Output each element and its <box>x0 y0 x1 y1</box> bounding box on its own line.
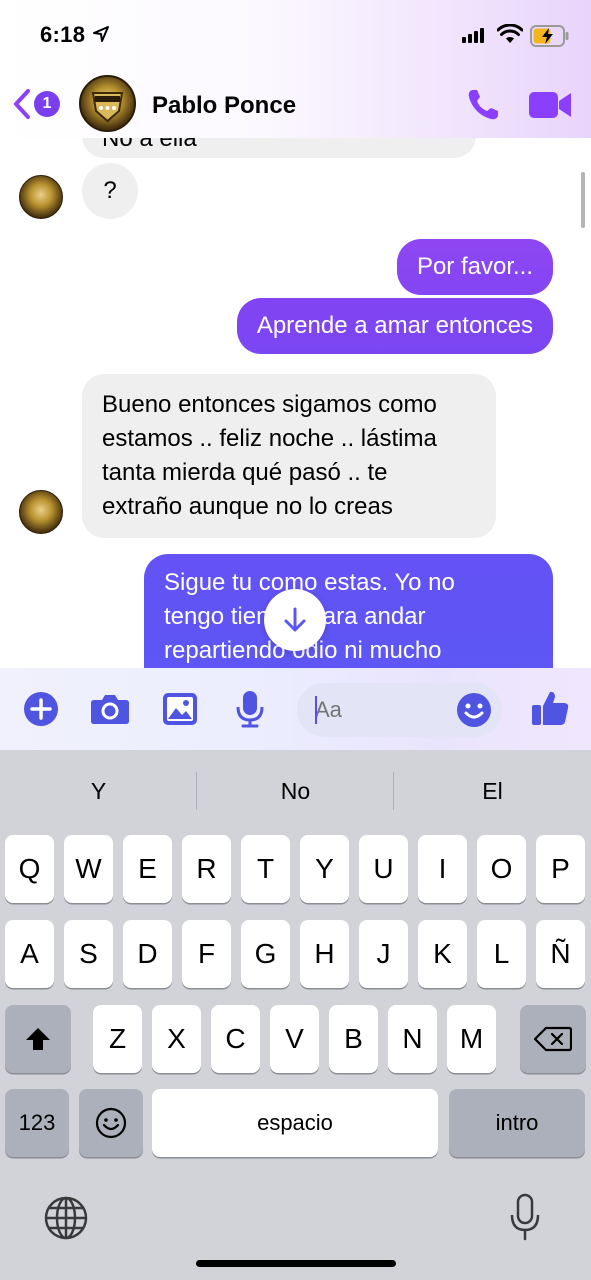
unread-badge: 1 <box>34 91 60 117</box>
message-bubble-incoming[interactable]: ? <box>82 163 138 219</box>
return-key[interactable]: intro <box>449 1089 585 1157</box>
globe-icon[interactable] <box>44 1196 88 1240</box>
status-time: 6:18 <box>40 22 86 47</box>
key-v[interactable]: V <box>270 1005 319 1073</box>
message-bubble-outgoing[interactable]: Aprende a amar entonces <box>236 298 553 354</box>
plus-circle-icon[interactable] <box>23 691 59 727</box>
video-camera-icon[interactable] <box>528 90 572 120</box>
contact-avatar[interactable] <box>79 75 136 132</box>
key-n[interactable]: N <box>388 1005 437 1073</box>
key-a[interactable]: A <box>5 920 54 988</box>
key-z[interactable]: Z <box>93 1005 142 1073</box>
keyboard: Y No El Q W E R T Y U I O P A S D F G H … <box>0 750 591 1280</box>
key-x[interactable]: X <box>152 1005 201 1073</box>
scroll-to-bottom-button[interactable] <box>264 589 326 651</box>
suggestion-item[interactable]: Y <box>0 750 197 832</box>
key-w[interactable]: W <box>64 835 113 903</box>
sender-avatar <box>19 490 63 534</box>
emoji-key[interactable] <box>79 1089 143 1157</box>
emoji-icon[interactable] <box>456 692 492 728</box>
suggestion-item[interactable]: No <box>197 750 394 832</box>
status-bar: 6:18 <box>0 0 591 72</box>
key-g[interactable]: G <box>241 920 290 988</box>
message-line: repartiendo odio ni mucho <box>164 637 442 664</box>
conversation-header: 1 Pablo Ponce <box>0 72 591 138</box>
message-composer <box>0 668 591 750</box>
message-text: Por favor... <box>416 253 533 280</box>
message-text: Aprende a amar entonces <box>256 312 533 339</box>
photo-gallery-icon[interactable] <box>162 692 198 726</box>
microphone-icon[interactable] <box>236 690 264 728</box>
text-caret <box>315 696 317 724</box>
cellular-signal-icon <box>462 28 484 43</box>
message-bubble-outgoing[interactable]: Sigue tu como estas. Yo no tengo tiempo … <box>144 554 553 668</box>
message-bubble-incoming[interactable]: No a ella <box>82 138 476 158</box>
contact-name[interactable]: Pablo Ponce <box>152 92 296 120</box>
message-line: tanta mierda qué pasó .. te <box>102 459 388 486</box>
camera-icon[interactable] <box>90 693 130 725</box>
message-bubble-outgoing[interactable]: Por favor... <box>396 239 553 295</box>
key-o[interactable]: O <box>477 835 526 903</box>
message-text: No a ella <box>102 138 197 152</box>
message-line: estamos .. feliz noche .. lástima <box>102 425 437 452</box>
phone-icon[interactable] <box>464 86 502 124</box>
home-indicator[interactable] <box>196 1260 396 1267</box>
space-key[interactable]: espacio <box>152 1089 438 1157</box>
delete-key[interactable] <box>520 1005 586 1073</box>
predictive-bar: Y No El <box>0 750 591 832</box>
message-input[interactable] <box>315 695 455 725</box>
key-s[interactable]: S <box>64 920 113 988</box>
message-line: Sigue tu como estas. Yo no <box>164 569 455 596</box>
message-line: extraño aunque no lo creas <box>102 493 393 520</box>
location-arrow-icon <box>93 26 109 42</box>
message-list[interactable]: No a ella ? Por favor... Aprende a amar … <box>0 138 591 668</box>
key-j[interactable]: J <box>359 920 408 988</box>
key-y[interactable]: Y <box>300 835 349 903</box>
key-i[interactable]: I <box>418 835 467 903</box>
battery-charging-icon <box>530 25 569 47</box>
key-f[interactable]: F <box>182 920 231 988</box>
dictation-microphone-icon[interactable] <box>509 1193 541 1241</box>
back-chevron-icon <box>14 89 30 119</box>
key-c[interactable]: C <box>211 1005 260 1073</box>
avatar-crest-image <box>91 92 124 123</box>
suggestion-item[interactable]: El <box>394 750 591 832</box>
key-b[interactable]: B <box>329 1005 378 1073</box>
key-u[interactable]: U <box>359 835 408 903</box>
message-text: ? <box>103 177 117 204</box>
scroll-indicator[interactable] <box>581 172 585 228</box>
back-button[interactable]: 1 <box>12 88 60 120</box>
emoji-keyboard-icon <box>95 1107 127 1139</box>
key-d[interactable]: D <box>123 920 172 988</box>
thumbs-up-icon[interactable] <box>531 689 569 727</box>
key-q[interactable]: Q <box>5 835 54 903</box>
wifi-icon <box>497 24 523 43</box>
key-r[interactable]: R <box>182 835 231 903</box>
message-line: tengo tiempo para andar <box>164 603 426 630</box>
key-t[interactable]: T <box>241 835 290 903</box>
key-h[interactable]: H <box>300 920 349 988</box>
shift-key[interactable] <box>5 1005 71 1073</box>
numbers-key[interactable]: 123 <box>5 1089 69 1157</box>
arrow-down-icon <box>284 607 306 632</box>
message-line: Bueno entonces sigamos como <box>102 391 437 418</box>
key-enye[interactable]: Ñ <box>536 920 585 988</box>
message-bubble-incoming[interactable]: Bueno entonces sigamos como estamos .. f… <box>82 374 496 538</box>
sender-avatar <box>19 175 63 219</box>
delete-backspace-icon <box>534 1026 572 1052</box>
key-k[interactable]: K <box>418 920 467 988</box>
key-l[interactable]: L <box>477 920 526 988</box>
key-m[interactable]: M <box>447 1005 496 1073</box>
key-e[interactable]: E <box>123 835 172 903</box>
shift-arrow-icon <box>26 1028 50 1050</box>
key-p[interactable]: P <box>536 835 585 903</box>
